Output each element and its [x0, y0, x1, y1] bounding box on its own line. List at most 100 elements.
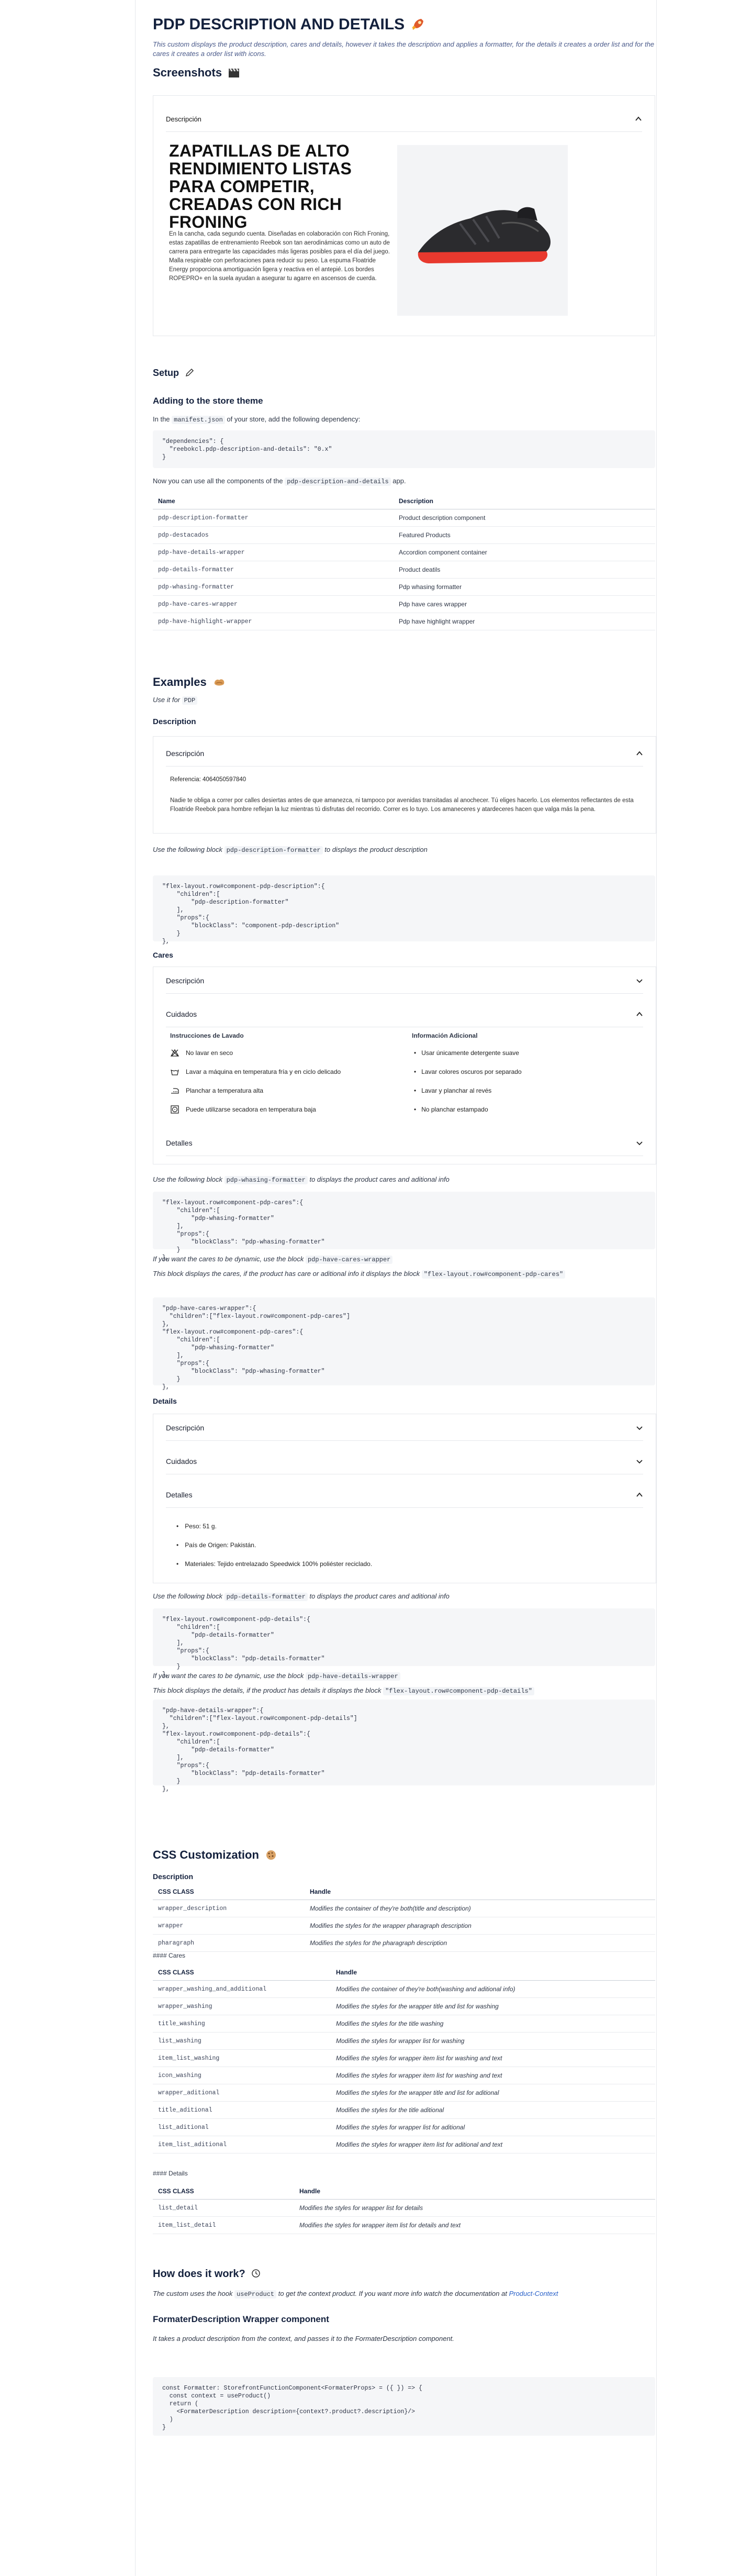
table-cell-description: Modifies the container of they're both(w…: [331, 1980, 655, 1998]
components-table: Name Description pdp-description-formatte…: [153, 493, 655, 630]
cares-block-note: Use the following block pdp-whasing-form…: [153, 1175, 450, 1184]
table-cell-description: Modifies the styles for wrapper item lis…: [331, 2049, 655, 2067]
dependency-code-block: "dependencies": { "reebokcl.pdp-descript…: [153, 430, 655, 468]
table-cell-name: pdp-have-details-wrapper: [153, 543, 394, 561]
cookie-icon: [266, 1850, 276, 1860]
table-cell-name: list_detail: [153, 2199, 294, 2217]
readme-page: PDP DESCRIPTION AND DETAILS This custom …: [153, 0, 656, 2576]
table-cell-name: wrapper_description: [153, 1900, 305, 1917]
table-cell-name: icon_washing: [153, 2067, 331, 2084]
use-it-for: Use it for PDP: [153, 695, 198, 705]
washing-list: No lavar en seco Lavar a máquina en tempe…: [170, 1043, 390, 1119]
component-row: pdp-have-highlight-wrapper Pdp have highl…: [153, 613, 655, 630]
css-class-row: list_washing Modifies the styles for wrap…: [153, 2032, 655, 2050]
details-block-note: Use the following block pdp-details-form…: [153, 1592, 450, 1601]
chevron-down-icon: [636, 1426, 643, 1430]
chevron-down-icon: [636, 979, 643, 983]
left-page-rail: [135, 0, 136, 2576]
details-example-panel: Descripción Cuidados Detalles Peso: 51 g…: [153, 1414, 656, 1583]
no-bleach-icon: [170, 1048, 186, 1058]
additional-item: Usar únicamente detergente suave: [412, 1043, 632, 1062]
washing-item-text: Puede utilizarse secadora en temperatura…: [186, 1106, 316, 1113]
pencil-icon: [186, 368, 194, 377]
description-code-block: "flex-layout.row#component-pdp-descripti…: [153, 875, 655, 945]
wash-tub-icon: [170, 1067, 186, 1076]
component-row: pdp-description-formatter Product descrip…: [153, 509, 655, 527]
table-cell-name: pdp-destacados: [153, 526, 394, 544]
description-accordion-header[interactable]: Descripción: [166, 741, 643, 767]
formatter-code-block: const Formatter: StorefrontFunctionCompo…: [153, 2377, 655, 2436]
details-accordion-descripcion[interactable]: Descripción: [166, 1415, 643, 1441]
table-cell-name: pdp-whasing-formatter: [153, 578, 394, 596]
details-accordion-detalles[interactable]: Detalles: [166, 1482, 643, 1508]
table-cell-description: Product description component: [394, 509, 655, 527]
how-text: The custom uses the hook useProduct to g…: [153, 2290, 558, 2299]
chevron-up-icon: [636, 1012, 643, 1016]
component-row: pdp-have-cares-wrapper Pdp have cares wra…: [153, 595, 655, 613]
setup-heading: Setup: [153, 368, 194, 379]
component-row: pdp-whasing-formatter Pdp whasing formatt…: [153, 578, 655, 596]
details-accordion-cuidados[interactable]: Cuidados: [166, 1449, 643, 1474]
component-row: pdp-have-details-wrapper Accordion compon…: [153, 543, 655, 561]
chevron-down-icon: [636, 1141, 643, 1146]
washing-instructions: Instrucciones de Lavado No lavar en seco…: [170, 1032, 390, 1119]
description-accordion-header[interactable]: Descripción: [166, 106, 642, 132]
product-reference: Referencia: 4064050597840: [170, 776, 246, 783]
shoe-illustration: [418, 207, 551, 263]
additional-list: Usar únicamente detergente suaveLavar co…: [412, 1043, 632, 1119]
table-cell-description: Modifies the styles for the title washin…: [331, 2015, 655, 2033]
details-list: Peso: 51 g.País de Origen: Pakistán.Mate…: [174, 1517, 593, 1573]
table-cell-description: Modifies the styles for wrapper list for…: [331, 2032, 655, 2050]
details-subheading: #### Details: [153, 2170, 188, 2177]
table-cell-description: Modifies the styles for wrapper list for…: [294, 2199, 655, 2217]
cares-heading: Cares: [153, 951, 173, 959]
table-cell-name: item_list_aditional: [153, 2136, 331, 2153]
table-cell-name: item_list_detail: [153, 2216, 294, 2234]
css-class-row: pharagraph Modifies the styles for the ph…: [153, 1934, 655, 1952]
component-row: pdp-destacados Featured Products: [153, 526, 655, 544]
formatter-heading: FormaterDescription Wrapper component: [153, 2314, 329, 2324]
table-cell-name: pdp-details-formatter: [153, 561, 394, 579]
cares-accordion-detalles[interactable]: Detalles: [166, 1130, 643, 1156]
cares-example-panel: Descripción Cuidados Instrucciones de La…: [153, 967, 656, 1164]
details-wrapper-code-block: "pdp-have-details-wrapper":{ "children":…: [153, 1700, 655, 1793]
table-cell-name: pdp-have-cares-wrapper: [153, 595, 394, 613]
description-example-panel: Descripción Referencia: 4064050597840 Na…: [153, 736, 656, 834]
cares-code-block: "flex-layout.row#component-pdp-cares":{ …: [153, 1192, 655, 1261]
additional-item: No planchar estampado: [412, 1100, 632, 1119]
table-cell-name: pdp-description-formatter: [153, 509, 394, 527]
washing-item: No lavar en seco: [170, 1043, 390, 1062]
page-title: PDP DESCRIPTION AND DETAILS: [153, 16, 425, 34]
table-cell-description: Modifies the styles for wrapper list for…: [331, 2118, 655, 2136]
product-context-link[interactable]: Product-Context: [509, 2290, 558, 2297]
css-class-row: icon_washing Modifies the styles for wrap…: [153, 2067, 655, 2084]
cares-accordion-cuidados[interactable]: Cuidados: [166, 1002, 643, 1027]
clock-icon: [252, 2269, 260, 2278]
css-class-row: item_list_detail Modifies the styles for …: [153, 2216, 655, 2234]
table-cell-description: Modifies the styles for the title aditio…: [331, 2101, 655, 2119]
table-cell-description: Pdp whasing formatter: [394, 578, 655, 596]
table-cell-name: wrapper_washing_and_additional: [153, 1980, 331, 1998]
accordion-label: Descripción: [166, 115, 201, 123]
washing-item-text: Planchar a temperatura alta: [186, 1087, 264, 1094]
washing-item-text: No lavar en seco: [186, 1049, 233, 1057]
table-cell-description: Modifies the styles for wrapper item lis…: [331, 2136, 655, 2153]
additional-item: Lavar y planchar al revés: [412, 1081, 632, 1100]
table-cell-description: Modifies the styles for the pharagraph d…: [305, 1934, 655, 1952]
cares-subheading: #### Cares: [153, 1952, 186, 1959]
table-cell-name: list_washing: [153, 2032, 331, 2050]
css-heading: CSS Customization: [153, 1848, 277, 1862]
iron-icon: [170, 1086, 186, 1095]
chevron-down-icon: [636, 1460, 643, 1464]
additional-title: Información Adicional: [412, 1032, 478, 1039]
css-class-row: list_aditional Modifies the styles for wr…: [153, 2118, 655, 2136]
details-heading: Details: [153, 1397, 177, 1405]
cares-accordion-descripcion[interactable]: Descripción: [166, 968, 643, 994]
table-cell-name: title_aditional: [153, 2101, 331, 2119]
rocket-icon: [412, 19, 424, 30]
manifest-instructions: In the manifest.json of your store, add …: [153, 415, 361, 424]
chevron-up-icon: [636, 751, 643, 756]
dough-icon: [214, 679, 224, 686]
table-cell-description: Accordion component container: [394, 543, 655, 561]
intro-text: This custom displays the product descrip…: [153, 40, 655, 58]
